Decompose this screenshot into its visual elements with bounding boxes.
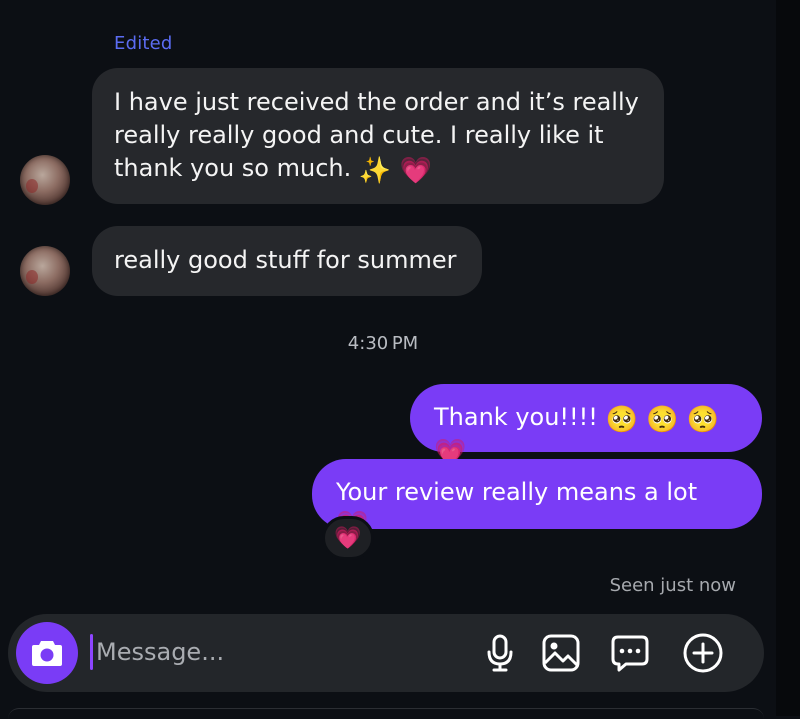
- window-edge: [776, 0, 800, 716]
- heart-reaction-emoji: 💗: [334, 525, 362, 551]
- message-text: really good stuff for summer: [114, 246, 457, 274]
- message-line: thank you so much. ✨ 💗: [114, 152, 640, 188]
- sender-avatar[interactable]: [20, 155, 70, 205]
- message-line-text: thank you so much.: [114, 154, 352, 182]
- message-text: Thank you!!!!: [434, 403, 598, 431]
- stickers-button[interactable]: [608, 631, 652, 675]
- bottom-sheet-edge: [8, 708, 764, 719]
- sticker-chat-icon: [611, 635, 649, 672]
- sender-avatar[interactable]: [20, 246, 70, 296]
- incoming-message-bubble[interactable]: really good stuff for summer: [92, 226, 482, 296]
- edited-label: Edited: [114, 33, 173, 54]
- add-circle-icon: [683, 633, 723, 673]
- camera-button[interactable]: [16, 622, 78, 684]
- sparkles-heart-emoji: ✨ 💗: [358, 156, 432, 186]
- seen-status: Seen just now: [609, 575, 736, 596]
- message-line: really really good and cute. I really li…: [114, 121, 604, 149]
- outgoing-message-bubble[interactable]: Thank you!!!! 🥺 🥺 🥺 💗: [410, 384, 762, 468]
- text-cursor: [90, 634, 93, 670]
- message-text: Your review really means a lot: [336, 478, 698, 506]
- message-composer: [8, 614, 764, 692]
- reaction-badge[interactable]: 💗: [322, 516, 374, 560]
- more-options-button[interactable]: [681, 631, 725, 675]
- message-input[interactable]: [96, 632, 436, 672]
- image-icon: [542, 634, 580, 672]
- microphone-icon: [487, 634, 513, 672]
- message-timestamp: 4:30 PM: [347, 333, 419, 354]
- message-line: I have just received the order and it’s …: [114, 88, 639, 116]
- voice-message-button[interactable]: [478, 631, 522, 675]
- incoming-message-bubble[interactable]: I have just received the order and it’s …: [92, 68, 664, 204]
- outgoing-message-bubble[interactable]: Your review really means a lot 💗: [312, 459, 762, 540]
- gallery-button[interactable]: [539, 631, 583, 675]
- camera-icon: [32, 641, 62, 666]
